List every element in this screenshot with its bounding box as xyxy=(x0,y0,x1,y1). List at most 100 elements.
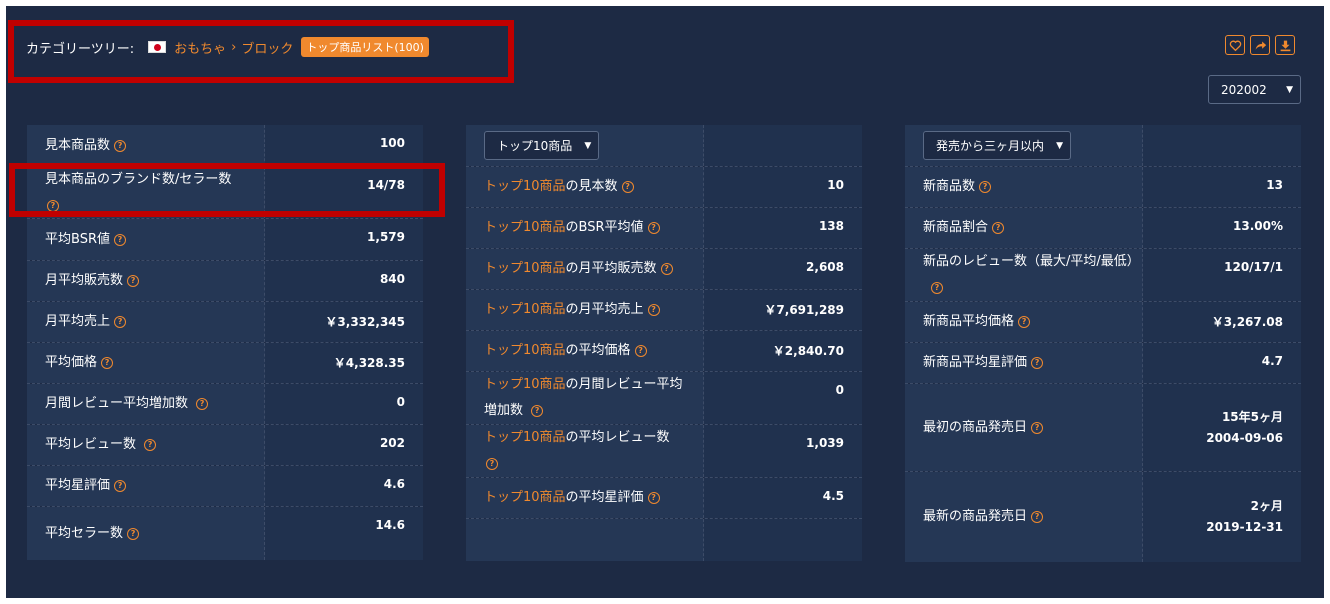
stat-row: トップ10商品の月平均販売数? 2,608 xyxy=(466,249,862,290)
stat-label: の月平均売上 xyxy=(565,302,644,317)
stat-value: 2ヶ月 xyxy=(1250,499,1283,513)
top10-prefix: トップ10商品 xyxy=(484,302,566,317)
action-buttons xyxy=(1225,35,1295,55)
stat-label: 最新の商品発売日 xyxy=(923,509,1028,524)
chevron-down-icon: ▼ xyxy=(1286,84,1293,95)
stat-value-date: 2019-12-31 xyxy=(1206,520,1283,534)
stat-value: 10 xyxy=(827,178,844,192)
help-icon[interactable]: ? xyxy=(979,181,992,193)
stat-value: ￥4,328.35 xyxy=(333,356,405,370)
help-icon[interactable]: ? xyxy=(531,404,544,417)
stat-row: 月平均売上? ￥3,332,345 xyxy=(27,302,423,343)
help-icon[interactable]: ? xyxy=(1031,511,1044,523)
help-icon[interactable]: ? xyxy=(1031,357,1044,369)
highlight-box-brand-seller xyxy=(9,163,445,217)
top10-select-value: トップ10商品 xyxy=(497,138,573,153)
stat-value: 1,039 xyxy=(806,436,844,450)
favorite-button[interactable] xyxy=(1225,35,1245,55)
help-icon[interactable]: ? xyxy=(113,233,126,246)
stat-value: 2,608 xyxy=(806,260,844,274)
stat-value: ￥3,332,345 xyxy=(325,315,405,329)
stat-label: 新商品平均価格 xyxy=(923,314,1015,329)
help-icon[interactable]: ? xyxy=(114,316,127,328)
stat-label: 平均BSR値 xyxy=(45,231,110,247)
stat-value: 100 xyxy=(379,136,405,150)
stat-label: 新商品割合 xyxy=(923,220,989,235)
top10-select[interactable]: トップ10商品 ▼ xyxy=(484,131,600,160)
stat-value: ￥7,691,289 xyxy=(764,303,844,317)
stat-row: 平均BSR値? 1,579 xyxy=(27,219,423,261)
stat-value: 13.00% xyxy=(1233,219,1283,233)
help-icon[interactable]: ? xyxy=(647,304,660,316)
stat-label: 平均セラー数 xyxy=(45,525,124,541)
help-icon[interactable]: ? xyxy=(621,181,634,193)
stat-label: の見本数 xyxy=(565,179,618,194)
stat-row: トップ10商品の月間レビュー平均増加数? 0 xyxy=(466,372,862,425)
stat-label: 平均価格 xyxy=(45,355,98,370)
help-icon[interactable]: ? xyxy=(114,480,127,492)
stat-value: 120/17/1 xyxy=(1224,260,1283,274)
stat-value: ￥2,840.70 xyxy=(772,344,844,358)
help-icon[interactable]: ? xyxy=(144,439,157,451)
top10-prefix: トップ10商品 xyxy=(484,377,566,392)
top10-prefix: トップ10商品 xyxy=(484,179,566,194)
help-icon[interactable]: ? xyxy=(634,345,647,357)
stat-label: 見本商品数 xyxy=(45,137,111,153)
share-button[interactable] xyxy=(1250,35,1270,55)
help-icon[interactable]: ? xyxy=(127,275,140,287)
stat-value: 4.7 xyxy=(1261,354,1283,368)
top10-stats-panel: トップ10商品 ▼ トップ10商品の見本数? 10 トップ10商品のBSR平均値… xyxy=(466,125,862,561)
help-icon[interactable]: ? xyxy=(127,527,140,540)
stat-label: の月平均販売数 xyxy=(565,261,657,276)
chevron-down-icon: ▼ xyxy=(584,140,592,151)
share-icon xyxy=(1255,40,1266,50)
stat-value: 0 xyxy=(835,383,844,397)
chevron-down-icon: ▼ xyxy=(1056,140,1064,151)
help-icon[interactable]: ? xyxy=(992,222,1005,234)
stat-row: トップ10商品の見本数? 10 xyxy=(466,167,862,208)
top10-prefix: トップ10商品 xyxy=(484,220,566,235)
stat-row: トップ10商品の平均レビュー数? 1,039 xyxy=(466,425,862,478)
stat-row: トップ10商品 ▼ xyxy=(466,125,862,167)
stat-row: 新商品平均価格? ￥3,267.08 xyxy=(905,302,1301,343)
stat-row: 平均価格? ￥4,328.35 xyxy=(27,343,423,384)
stat-row: 最初の商品発売日? 15年5ヶ月 2004-09-06 xyxy=(905,384,1301,472)
stat-row: 新商品割合? 13.00% xyxy=(905,208,1301,249)
help-icon[interactable]: ? xyxy=(931,281,943,294)
stat-value: 15年5ヶ月 xyxy=(1221,409,1283,424)
help-icon[interactable]: ? xyxy=(1018,316,1031,328)
stat-value: 840 xyxy=(379,272,405,286)
stat-label: 平均レビュー数 xyxy=(45,437,137,452)
release-period-select[interactable]: 発売から三ヶ月以内 ▼ xyxy=(923,131,1072,160)
stat-label: 平均星評価 xyxy=(45,478,111,493)
stat-value-date: 2004-09-06 xyxy=(1206,430,1283,445)
stat-row: トップ10商品の平均星評価? 4.5 xyxy=(466,478,862,519)
stat-value: 13 xyxy=(1266,178,1283,192)
stat-row: トップ10商品のBSR平均値? 138 xyxy=(466,208,862,249)
stat-row xyxy=(466,519,862,561)
help-icon[interactable]: ? xyxy=(196,398,209,410)
stat-row: 最新の商品発売日? 2ヶ月 2019-12-31 xyxy=(905,472,1301,562)
stat-row: トップ10商品の平均価格? ￥2,840.70 xyxy=(466,331,862,372)
help-icon[interactable]: ? xyxy=(1031,421,1044,434)
help-icon[interactable]: ? xyxy=(114,139,127,152)
help-icon[interactable]: ? xyxy=(647,492,660,504)
help-icon[interactable]: ? xyxy=(647,222,660,234)
top10-prefix: トップ10商品 xyxy=(484,343,566,358)
stat-label: 月間レビュー平均増加数 xyxy=(45,396,189,411)
download-button[interactable] xyxy=(1275,35,1295,55)
stat-row: 平均セラー数? 14.6 xyxy=(27,507,423,560)
help-icon[interactable]: ? xyxy=(660,263,673,275)
release-period-select-value: 発売から三ヶ月以内 xyxy=(936,138,1045,153)
month-select-value: 202002 xyxy=(1221,82,1267,97)
help-icon[interactable]: ? xyxy=(486,457,498,470)
top10-prefix: トップ10商品 xyxy=(484,490,566,505)
top10-prefix: トップ10商品 xyxy=(484,261,566,276)
help-icon[interactable]: ? xyxy=(101,357,114,369)
stat-value: 1,579 xyxy=(367,230,405,244)
month-select[interactable]: 202002 ▼ xyxy=(1208,75,1301,104)
stat-label: 新商品平均星評価 xyxy=(923,355,1028,370)
stat-row: 月間レビュー平均増加数? 0 xyxy=(27,384,423,425)
stat-row: 新品のレビュー数（最大/平均/最低）? 120/17/1 xyxy=(905,249,1301,302)
stat-row: 新商品数? 13 xyxy=(905,167,1301,208)
